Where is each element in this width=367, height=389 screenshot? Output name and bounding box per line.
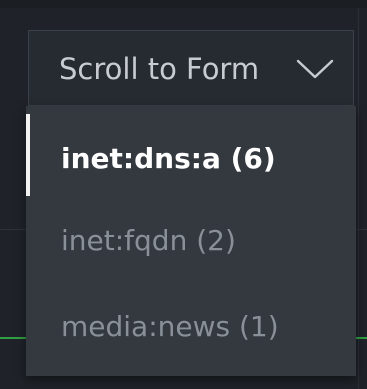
menu-item-label: inet:fqdn (2) — [61, 224, 236, 257]
scroll-to-form-dropdown-toggle[interactable]: Scroll to Form — [28, 30, 354, 106]
top-strip — [0, 0, 367, 8]
dropdown-toggle-label: Scroll to Form — [59, 52, 260, 86]
dropdown-menu: inet:dns:a (6) inet:fqdn (2) media:news … — [26, 106, 356, 376]
menu-item-media-news[interactable]: media:news (1) — [26, 282, 356, 372]
menu-item-inet-dns-a[interactable]: inet:dns:a (6) — [26, 114, 356, 204]
active-indicator — [26, 114, 30, 196]
menu-item-inet-fqdn[interactable]: inet:fqdn (2) — [26, 196, 356, 286]
menu-item-label: inet:dns:a (6) — [61, 142, 276, 175]
chevron-down-icon — [295, 57, 335, 81]
app-stage: Scroll to Form inet:dns:a (6) inet:fqdn … — [0, 0, 367, 389]
menu-item-label: media:news (1) — [61, 310, 279, 343]
panel-divider — [358, 8, 359, 389]
